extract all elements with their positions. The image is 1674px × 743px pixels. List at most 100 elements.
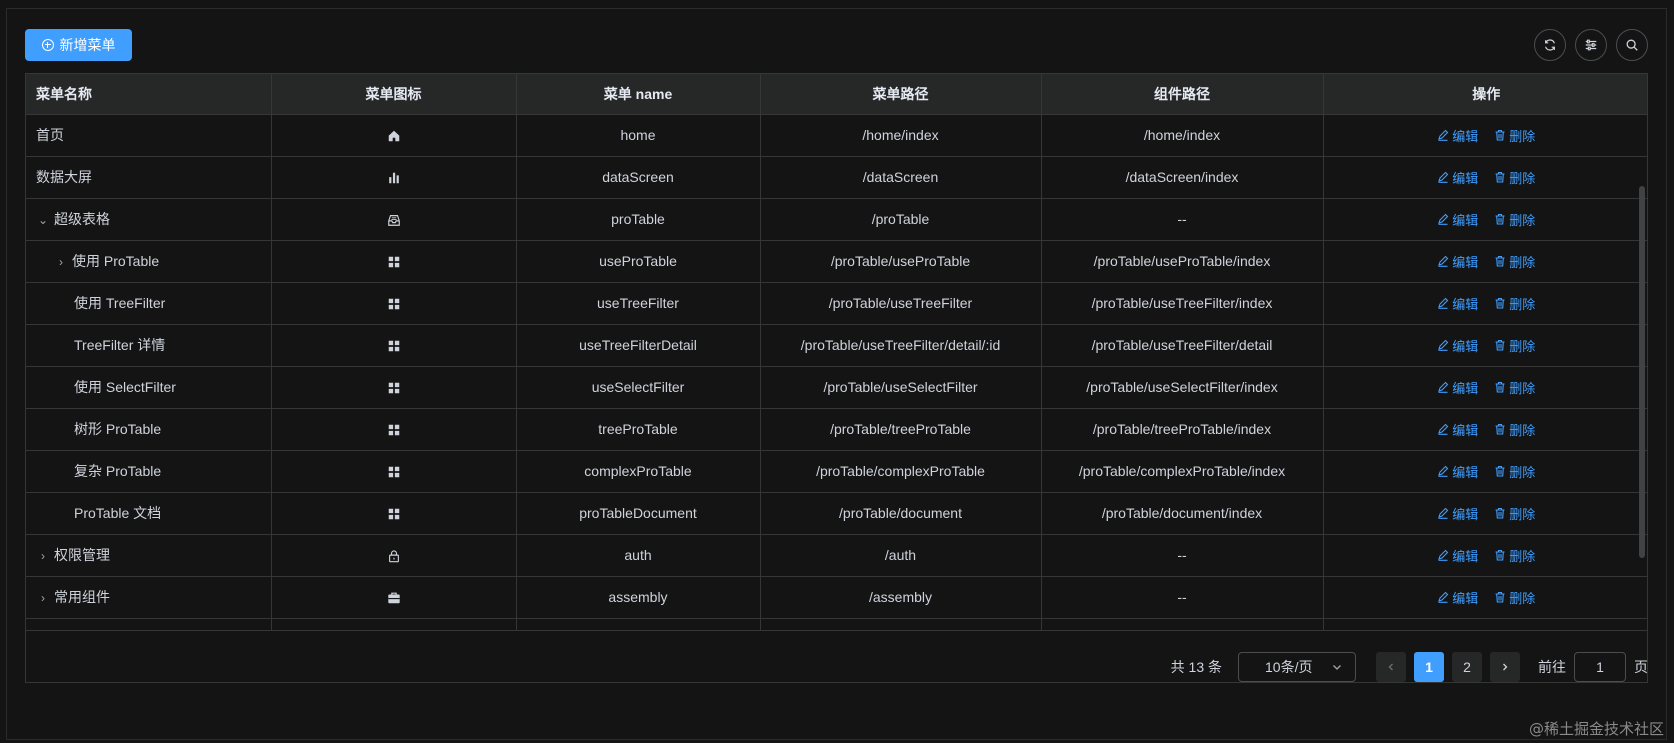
operation-cell: 编辑 删除	[1323, 576, 1647, 619]
menu-name: ProTable 文档	[74, 505, 162, 521]
lock-icon	[388, 550, 399, 563]
table-row[interactable]: 使用 TreeFilter useTreeFilter/proTable/useT…	[26, 282, 1647, 325]
column-header[interactable]: 菜单图标	[271, 74, 517, 115]
delete-button[interactable]: 删除	[1494, 588, 1535, 607]
page-size-value: 10条/页	[1265, 659, 1313, 675]
table-row[interactable]: 复杂 ProTable complexProTable/proTable/comp…	[26, 450, 1647, 493]
edit-button[interactable]: 编辑	[1437, 504, 1478, 523]
table-row[interactable]: › 常用组件 assembly/assembly -- 编辑 删除	[26, 576, 1647, 619]
menu-key-cell: useTreeFilter	[516, 282, 761, 325]
delete-button[interactable]: 删除	[1494, 504, 1535, 523]
delete-label: 删除	[1509, 338, 1536, 354]
delete-icon	[1495, 129, 1505, 141]
delete-button[interactable]: 删除	[1494, 378, 1535, 397]
operation-cell: 编辑 删除	[1323, 408, 1647, 451]
edit-button[interactable]: 编辑	[1437, 294, 1478, 313]
page-size-select[interactable]: 10条/页	[1238, 652, 1356, 682]
edit-label: 编辑	[1452, 212, 1479, 228]
prev-page-button[interactable]	[1376, 652, 1406, 682]
edit-button[interactable]: 编辑	[1437, 210, 1478, 229]
chevron-right-icon[interactable]: ›	[54, 255, 68, 269]
menu-key-cell: useProTable	[516, 240, 761, 283]
edit-label: 编辑	[1452, 338, 1479, 354]
chevron-right-icon	[1503, 663, 1508, 671]
delete-button[interactable]: 删除	[1494, 210, 1535, 229]
table-row[interactable]	[26, 618, 1647, 631]
delete-icon	[1495, 339, 1505, 351]
delete-button[interactable]: 删除	[1494, 126, 1535, 145]
edit-icon	[1438, 129, 1449, 141]
menu-name-cell: › 权限管理	[26, 534, 272, 577]
delete-button[interactable]: 删除	[1494, 336, 1535, 355]
table-row[interactable]: › 权限管理 auth/auth -- 编辑 删除	[26, 534, 1647, 577]
search-toggle-button[interactable]	[1616, 29, 1648, 61]
page-number-button[interactable]: 2	[1452, 652, 1482, 682]
table-row[interactable]: › 使用 ProTable useProTable/proTable/useProT…	[26, 240, 1647, 283]
next-page-button[interactable]	[1490, 652, 1520, 682]
delete-button[interactable]: 删除	[1494, 252, 1535, 271]
column-header[interactable]: 操作	[1323, 74, 1647, 115]
operation-cell: 编辑 删除	[1323, 282, 1647, 325]
menu-path-cell: /proTable/useProTable	[760, 240, 1042, 283]
component-path-cell: /dataScreen/index	[1041, 156, 1324, 199]
table-row[interactable]: TreeFilter 详情 useTreeFilterDetail/proTabl…	[26, 324, 1647, 367]
column-header[interactable]: 菜单路径	[760, 74, 1042, 115]
menu-name: 首页	[36, 127, 64, 143]
operation-cell: 编辑 删除	[1323, 156, 1647, 199]
delete-button[interactable]: 删除	[1494, 168, 1535, 187]
menu-name-cell: TreeFilter 详情	[26, 324, 272, 367]
menu-icon	[388, 382, 399, 394]
table-row[interactable]: 树形 ProTable treeProTable/proTable/treePro…	[26, 408, 1647, 451]
table-scrollbar[interactable]	[1639, 186, 1645, 558]
menu-key-cell: proTableDocument	[516, 492, 761, 535]
table-row[interactable]: 使用 SelectFilter useSelectFilter/proTable/…	[26, 366, 1647, 409]
delete-label: 删除	[1509, 506, 1536, 522]
menu-icon	[388, 424, 399, 436]
edit-button[interactable]: 编辑	[1437, 546, 1478, 565]
menu-name-cell: › 使用 ProTable	[26, 240, 272, 283]
column-header[interactable]: 菜单 name	[516, 74, 761, 115]
table-row[interactable]: ProTable 文档 proTableDocument/proTable/doc…	[26, 492, 1647, 535]
edit-button[interactable]: 编辑	[1437, 252, 1478, 271]
edit-icon	[1438, 507, 1449, 519]
edit-button[interactable]: 编辑	[1437, 588, 1478, 607]
edit-button[interactable]: 编辑	[1437, 126, 1478, 145]
edit-icon	[1438, 255, 1449, 267]
delete-button[interactable]: 删除	[1494, 462, 1535, 481]
menu-icon-cell	[271, 198, 517, 241]
chevron-left-icon	[1388, 663, 1393, 671]
table-row[interactable]: ⌄ 超级表格 proTable/proTable -- 编辑 删除	[26, 198, 1647, 241]
edit-button[interactable]: 编辑	[1437, 168, 1478, 187]
edit-button[interactable]: 编辑	[1437, 420, 1478, 439]
goto-page-input[interactable]	[1574, 652, 1626, 682]
add-menu-button[interactable]: 新增菜单	[25, 29, 132, 61]
refresh-button[interactable]	[1534, 29, 1566, 61]
edit-button[interactable]: 编辑	[1437, 378, 1478, 397]
operation-cell: 编辑 删除	[1323, 198, 1647, 241]
delete-icon	[1495, 591, 1505, 603]
chevron-down-icon[interactable]: ⌄	[36, 213, 50, 227]
edit-button[interactable]: 编辑	[1437, 336, 1478, 355]
edit-label: 编辑	[1452, 548, 1479, 564]
table-row[interactable]: 首页 home/home/index/home/index 编辑 删除	[26, 114, 1647, 157]
menu-name-cell: 复杂 ProTable	[26, 450, 272, 493]
delete-button[interactable]: 删除	[1494, 294, 1535, 313]
edit-label: 编辑	[1452, 254, 1479, 270]
column-header[interactable]: 组件路径	[1041, 74, 1324, 115]
edit-button[interactable]: 编辑	[1437, 462, 1478, 481]
component-path-cell: --	[1041, 576, 1324, 619]
menu-name: 使用 SelectFilter	[74, 379, 176, 395]
chevron-right-icon[interactable]: ›	[36, 591, 50, 605]
component-path-cell: /proTable/complexProTable/index	[1041, 450, 1324, 493]
menu-key-cell: useTreeFilterDetail	[516, 324, 761, 367]
table-row[interactable]: 数据大屏 dataScreen/dataScreen/dataScreen/ind…	[26, 156, 1647, 199]
column-header[interactable]: 菜单名称	[26, 74, 272, 115]
delete-icon	[1495, 381, 1505, 393]
page-number-button[interactable]: 1	[1414, 652, 1444, 682]
delete-button[interactable]: 删除	[1494, 546, 1535, 565]
menu-icon	[388, 298, 399, 310]
delete-button[interactable]: 删除	[1494, 420, 1535, 439]
column-settings-button[interactable]	[1575, 29, 1607, 61]
edit-label: 编辑	[1452, 422, 1479, 438]
chevron-right-icon[interactable]: ›	[36, 549, 50, 563]
